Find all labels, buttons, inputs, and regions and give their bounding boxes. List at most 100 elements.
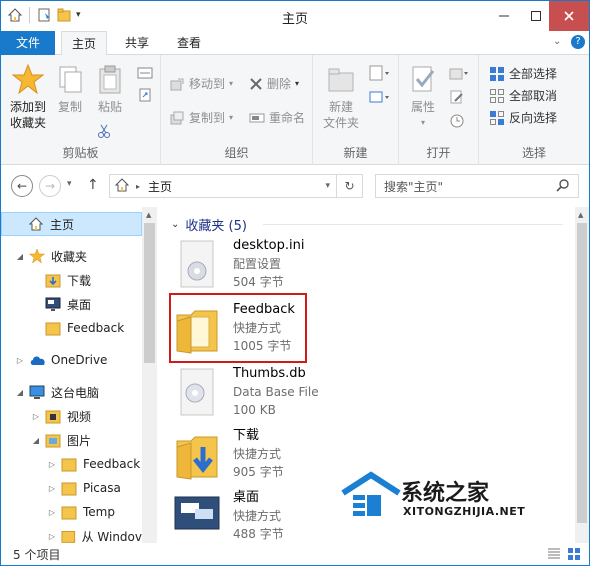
watermark-brand: 系统之家 (401, 481, 490, 506)
expanded-triangle-icon[interactable]: ◢ (15, 252, 25, 261)
nav-item-label: 视频 (67, 409, 92, 424)
nav-item-feedback[interactable]: Feedback (1, 316, 142, 340)
nav-item-from-windows[interactable]: ▷ 从 Windov (1, 524, 142, 544)
copy-to-button[interactable]: 复制到 ▾ (169, 109, 233, 126)
paste-shortcut-icon[interactable] (137, 87, 153, 106)
move-to-button[interactable]: 移动到 ▾ (169, 75, 233, 92)
pin-to-favorites-button[interactable]: 添加到 收藏夹 (7, 63, 49, 131)
title-bar: ▾ 主页 (1, 1, 589, 31)
close-button[interactable] (549, 1, 589, 31)
collapsed-triangle-icon[interactable]: ▷ (47, 532, 57, 541)
copy-button[interactable]: 复制 (53, 63, 87, 115)
file-item-thumbs-db[interactable]: Thumbs.db Data Base File 100 KB (169, 365, 369, 425)
address-path-box[interactable]: ▸ 主页 ▾ (109, 174, 337, 198)
expanded-triangle-icon[interactable]: ◢ (15, 388, 25, 397)
nav-scroll-thumb[interactable] (144, 223, 155, 363)
properties-button[interactable]: 属性 ▾ (405, 63, 441, 131)
nav-item-home[interactable]: 主页 (1, 212, 142, 236)
minimize-button[interactable] (487, 1, 521, 31)
downloads-folder-icon (45, 274, 61, 288)
favorites-section-header[interactable]: ⌄ 收藏夹 (5) (171, 215, 247, 234)
nav-item-label: 桌面 (67, 297, 92, 312)
collapsed-triangle-icon[interactable]: ▷ (47, 508, 57, 517)
nav-item-temp[interactable]: ▷ Temp (1, 500, 142, 524)
recent-locations-chevron-icon[interactable]: ▾ (67, 179, 72, 189)
nav-item-label: 收藏夹 (51, 249, 88, 264)
edit-icon[interactable] (449, 89, 465, 108)
collapsed-triangle-icon[interactable]: ▷ (31, 412, 41, 421)
expanded-triangle-icon[interactable]: ◢ (31, 436, 41, 445)
home-icon (28, 217, 44, 231)
ribbon-collapse-chevron-icon[interactable]: ⌄ (553, 36, 561, 47)
expanded-chevron-icon[interactable]: ⌄ (171, 219, 179, 230)
scroll-up-arrow-icon[interactable]: ▲ (578, 211, 583, 219)
cut-icon[interactable] (97, 123, 111, 142)
file-item-desktop[interactable]: 桌面 快捷方式 488 字节 (169, 489, 369, 543)
copy-label: 复制 (57, 100, 82, 114)
settings-file-icon (180, 240, 214, 288)
rename-button[interactable]: 重命名 (249, 109, 305, 126)
nav-scrollbar[interactable]: ▲ (142, 207, 157, 543)
nav-item-pictures-feedback[interactable]: ▷ Feedback (1, 452, 142, 476)
nav-item-this-pc[interactable]: ◢ 这台电脑 (1, 380, 142, 404)
invert-selection-button[interactable]: 反向选择 (489, 109, 557, 126)
pin-label-line2: 收藏夹 (9, 116, 46, 130)
nav-item-label: Feedback (83, 457, 141, 471)
easy-access-icon[interactable] (369, 89, 391, 108)
address-history-chevron-icon[interactable]: ▾ (325, 181, 330, 191)
new-folder-button[interactable]: 新建 文件夹 (319, 63, 363, 131)
maximize-button[interactable] (519, 1, 553, 31)
address-path-text[interactable]: 主页 (148, 178, 172, 195)
file-list-scroll-thumb[interactable] (577, 223, 587, 523)
nav-item-label: Picasa (83, 481, 121, 495)
tab-view[interactable]: 查看 (167, 31, 211, 55)
move-to-icon (170, 78, 184, 90)
open-icon[interactable] (449, 65, 469, 84)
paste-button[interactable]: 粘贴 (93, 63, 127, 115)
nav-item-downloads[interactable]: 下载 (1, 268, 142, 292)
nav-item-videos[interactable]: ▷ 视频 (1, 404, 142, 428)
nav-item-onedrive[interactable]: ▷ OneDrive (1, 348, 142, 372)
collapsed-triangle-icon[interactable]: ▷ (47, 460, 57, 469)
path-separator-chevron-icon[interactable]: ▸ (136, 182, 140, 191)
select-all-button[interactable]: 全部选择 (489, 65, 557, 82)
tab-share[interactable]: 共享 (115, 31, 159, 55)
nav-item-label: 图片 (67, 433, 92, 448)
select-none-button[interactable]: 全部取消 (489, 87, 557, 104)
back-button[interactable]: ← (11, 175, 33, 197)
nav-item-desktop[interactable]: 桌面 (1, 292, 142, 316)
copy-path-icon[interactable] (137, 65, 153, 84)
downloads-folder-icon (176, 436, 218, 480)
computer-icon (29, 385, 45, 399)
up-arrow-icon[interactable]: ↑ (87, 177, 99, 193)
collapsed-triangle-icon[interactable]: ▷ (15, 356, 25, 365)
copy-to-chevron-icon: ▾ (229, 113, 234, 122)
file-item-downloads[interactable]: 下载 快捷方式 905 字节 (169, 427, 369, 487)
nav-item-picasa[interactable]: ▷ Picasa (1, 476, 142, 500)
tab-home[interactable]: 主页 (61, 31, 107, 56)
nav-item-favorites[interactable]: ◢ 收藏夹 (1, 244, 142, 268)
delete-button[interactable]: 删除 ▾ (249, 75, 299, 92)
file-list-scrollbar[interactable]: ▲ (575, 207, 589, 543)
delete-chevron-icon: ▾ (295, 79, 300, 88)
help-icon[interactable]: ? (571, 35, 585, 49)
forward-button[interactable]: → (39, 175, 61, 197)
scroll-up-arrow-icon[interactable]: ▲ (146, 211, 151, 219)
tiles-view-icon[interactable] (567, 547, 581, 564)
history-icon[interactable] (449, 113, 465, 132)
collapsed-triangle-icon[interactable]: ▷ (47, 484, 57, 493)
star-icon (29, 248, 45, 264)
nav-item-pictures[interactable]: ◢ 图片 (1, 428, 142, 452)
details-view-icon[interactable] (547, 547, 561, 564)
properties-label: 属性 (410, 100, 435, 114)
folder-icon (61, 482, 77, 496)
file-type: 快捷方式 (233, 509, 282, 523)
open-group-label: 打开 (426, 146, 451, 160)
new-item-icon[interactable] (369, 65, 391, 84)
search-box[interactable]: 搜索"主页" (375, 174, 579, 198)
search-icon[interactable] (556, 178, 570, 195)
file-item-desktop-ini[interactable]: desktop.ini 配置设置 504 字节 (169, 237, 369, 297)
refresh-button[interactable]: ↻ (337, 174, 363, 198)
item-count: 5 个项目 (13, 548, 61, 562)
tab-file[interactable]: 文件 (1, 31, 55, 55)
